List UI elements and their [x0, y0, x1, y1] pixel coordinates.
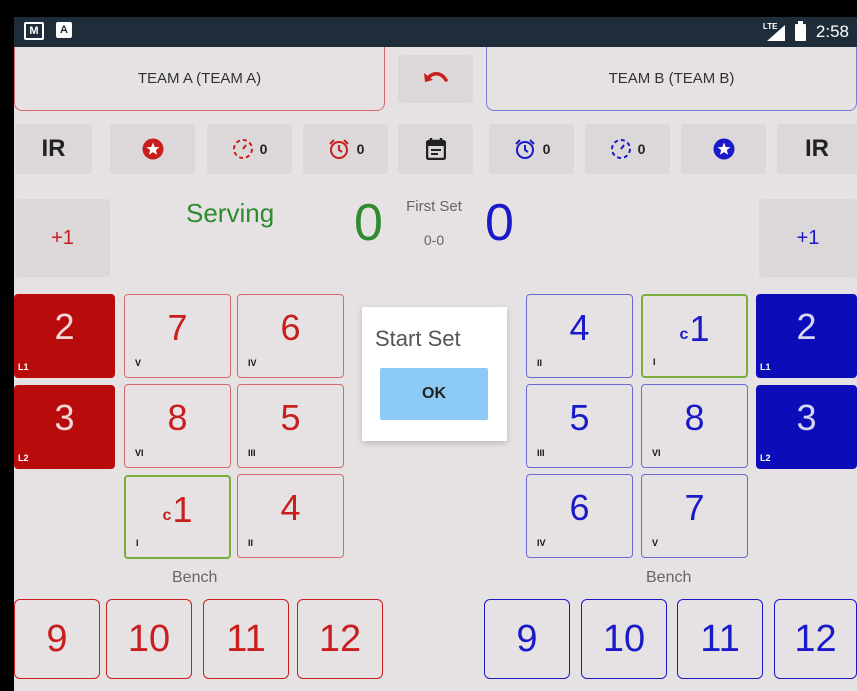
team-b-plus-one-button[interactable]: +1 [759, 199, 857, 277]
team-b-ir-button[interactable]: IR [777, 124, 857, 174]
team-b-button[interactable]: TEAM B (TEAM B) [486, 47, 857, 111]
serving-indicator: Serving [186, 198, 275, 228]
team-b-captain-tile[interactable]: c1 I [641, 294, 748, 378]
set-name: First Set [406, 198, 462, 215]
team-a-ir-button[interactable]: IR [15, 124, 92, 174]
team-a-bench-player[interactable]: 10 [106, 599, 192, 679]
clock: 2:58 [815, 22, 849, 41]
team-a-player-tile[interactable]: 6 IV [237, 294, 344, 378]
team-a-score: 0 [354, 194, 383, 252]
star-icon [142, 138, 163, 160]
app-notification-icon: A [56, 22, 72, 38]
app-screen: M A LTE 2:58 TEAM A (TEAM A) TEAM B (TEA… [14, 17, 857, 691]
undo-button[interactable] [398, 55, 473, 103]
set-score: 0-0 [423, 232, 445, 248]
team-b-challenge-button[interactable]: 0 [585, 124, 670, 174]
team-b-bench-label: Bench [646, 569, 692, 586]
alarm-clock-icon [514, 139, 535, 159]
team-a-player-tile[interactable]: 7 V [124, 294, 231, 378]
status-bar: M A LTE 2:58 [14, 17, 857, 47]
team-a-challenge-count: 0 [259, 141, 268, 157]
team-a-plus-one-button[interactable]: +1 [15, 199, 110, 277]
team-a-libero-2[interactable]: 3 L2 [14, 385, 115, 469]
team-a-player-tile[interactable]: 8 VI [124, 384, 231, 468]
team-b-player-tile[interactable]: 7 V [641, 474, 748, 558]
calendar-icon [425, 138, 446, 160]
ir-label: IR [805, 135, 829, 162]
star-icon [713, 138, 734, 160]
alarm-clock-icon [328, 139, 349, 159]
team-b-player-tile[interactable]: 6 IV [526, 474, 633, 558]
team-a-player-tile[interactable]: 5 III [237, 384, 344, 468]
team-a-bench-label: Bench [172, 569, 218, 586]
dialog-title: Start Set [375, 326, 461, 351]
undo-icon [423, 72, 448, 82]
team-a-button[interactable]: TEAM A (TEAM A) [14, 47, 385, 111]
signal-icon: LTE [763, 22, 785, 41]
team-b-star-button[interactable] [681, 124, 766, 174]
team-b-bench-player[interactable]: 12 [774, 599, 857, 679]
start-set-dialog: Start Set OK [362, 307, 507, 441]
team-a-player-tile[interactable]: 4 II [237, 474, 344, 558]
team-a-star-button[interactable] [110, 124, 195, 174]
team-a-libero-1[interactable]: 2 L1 [14, 294, 115, 378]
ir-label: IR [41, 135, 66, 162]
team-b-bench-player[interactable]: 10 [581, 599, 667, 679]
gmail-notification-icon: M [24, 22, 44, 40]
captain-marker: c [162, 507, 172, 524]
team-b-timeout-button[interactable]: 0 [489, 124, 574, 174]
team-b-bench-player[interactable]: 11 [677, 599, 763, 679]
team-a-timeout-button[interactable]: 0 [303, 124, 388, 174]
team-b-player-tile[interactable]: 5 III [526, 384, 633, 468]
team-a-timeout-count: 0 [356, 141, 365, 157]
team-a-challenge-button[interactable]: 0 [207, 124, 292, 174]
team-a-bench-player[interactable]: 11 [203, 599, 289, 679]
team-a-bench-player[interactable]: 9 [14, 599, 100, 679]
battery-icon [794, 20, 806, 41]
team-b-challenge-count: 0 [637, 141, 646, 157]
team-b-libero-2[interactable]: 3 L2 [756, 385, 857, 469]
ok-button[interactable]: OK [380, 368, 488, 420]
team-b-player-tile[interactable]: 8 VI [641, 384, 748, 468]
dashed-timer-icon [610, 139, 631, 159]
team-b-score: 0 [485, 194, 514, 252]
dashed-timer-icon [232, 139, 253, 159]
team-b-bench-player[interactable]: 9 [484, 599, 570, 679]
schedule-button[interactable] [398, 124, 473, 174]
team-a-captain-tile[interactable]: c1 I [124, 475, 231, 559]
team-b-libero-1[interactable]: 2 L1 [756, 294, 857, 378]
team-a-bench-player[interactable]: 12 [297, 599, 383, 679]
team-b-timeout-count: 0 [542, 141, 551, 157]
team-b-player-tile[interactable]: 4 II [526, 294, 633, 378]
captain-marker: c [679, 326, 689, 343]
